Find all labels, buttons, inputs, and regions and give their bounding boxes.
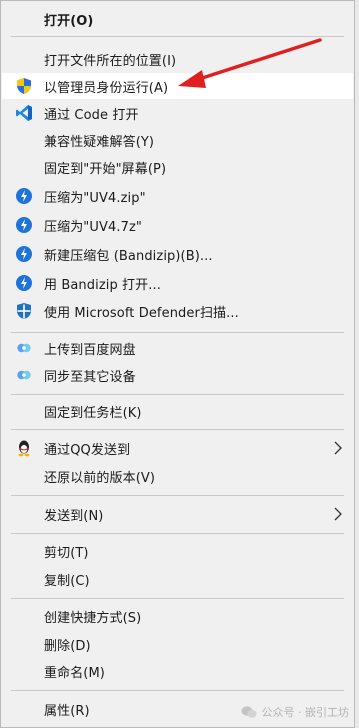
menu-item-label: 用 Bandizip 打开... xyxy=(44,277,161,293)
bandizip-icon xyxy=(14,215,34,235)
menu-item-label: 压缩为"UV4.zip" xyxy=(44,190,146,206)
bandizip-icon xyxy=(14,186,34,206)
menu-item-label: 以管理员身份运行(A) xyxy=(44,80,169,96)
menu-item-delete[interactable]: 删除(D) xyxy=(2,631,353,657)
menu-item-label: 压缩为"UV4.7z" xyxy=(44,219,142,235)
menu-item-run-as-admin[interactable]: 以管理员身份运行(A) xyxy=(2,73,353,99)
menu-item-label: 重命名(M) xyxy=(44,665,105,681)
menu-item-defender-scan[interactable]: 使用 Microsoft Defender扫描... xyxy=(2,298,353,324)
menu-item-label: 打开(O) xyxy=(44,13,94,29)
uac-shield-icon xyxy=(14,76,34,96)
menu-item-compress-7z[interactable]: 压缩为"UV4.7z" xyxy=(2,212,353,238)
menu-item-open-file-location[interactable]: 打开文件所在的位置(I) xyxy=(2,46,353,72)
menu-item-restore-previous[interactable]: 还原以前的版本(V) xyxy=(2,463,353,489)
menu-item-copy[interactable]: 复制(C) xyxy=(2,566,353,592)
menu-item-label: 创建快捷方式(S) xyxy=(44,610,142,626)
menu-item-label: 固定到任务栏(K) xyxy=(44,405,142,421)
separator xyxy=(11,429,344,430)
wechat-icon xyxy=(241,706,257,718)
separator xyxy=(11,690,344,691)
qq-penguin-icon xyxy=(14,438,34,458)
menu-item-open-with-bandizip[interactable]: 用 Bandizip 打开... xyxy=(2,270,353,296)
menu-item-rename[interactable]: 重命名(M) xyxy=(2,658,353,684)
menu-item-label: 复制(C) xyxy=(44,573,90,589)
menu-item-new-archive[interactable]: 新建压缩包 (Bandizip)(B)... xyxy=(2,241,353,267)
menu-item-label: 固定到"开始"屏幕(P) xyxy=(44,161,167,177)
menu-item-open-with-code[interactable]: 通过 Code 打开 xyxy=(2,100,353,126)
separator xyxy=(11,332,344,333)
menu-item-compress-zip[interactable]: 压缩为"UV4.zip" xyxy=(2,183,353,209)
separator xyxy=(11,36,344,37)
menu-item-send-to[interactable]: 发送到(N) xyxy=(2,501,353,527)
menu-item-open[interactable]: 打开(O) xyxy=(2,6,353,32)
vscode-icon xyxy=(14,103,34,123)
menu-item-label: 新建压缩包 (Bandizip)(B)... xyxy=(44,248,213,264)
menu-item-sync-devices[interactable]: 同步至其它设备 xyxy=(2,362,353,388)
menu-item-pin-taskbar[interactable]: 固定到任务栏(K) xyxy=(2,398,353,424)
menu-item-label: 通过 Code 打开 xyxy=(44,107,139,123)
menu-item-send-via-qq[interactable]: 通过QQ发送到 xyxy=(2,435,353,461)
menu-item-cut[interactable]: 剪切(T) xyxy=(2,538,353,564)
menu-item-label: 还原以前的版本(V) xyxy=(44,470,156,486)
chevron-right-icon xyxy=(334,507,342,521)
menu-item-label: 使用 Microsoft Defender扫描... xyxy=(44,305,239,321)
separator xyxy=(11,533,344,534)
chevron-right-icon xyxy=(334,441,342,455)
menu-item-label: 通过QQ发送到 xyxy=(44,442,131,458)
menu-item-pin-to-start[interactable]: 固定到"开始"屏幕(P) xyxy=(2,154,353,180)
menu-item-label: 剪切(T) xyxy=(44,545,89,561)
watermark: 公众号 · 嵌引工坊 xyxy=(241,704,350,720)
defender-icon xyxy=(14,301,34,321)
menu-item-create-shortcut[interactable]: 创建快捷方式(S) xyxy=(2,603,353,629)
menu-item-label: 属性(R) xyxy=(44,703,90,719)
menu-item-label: 兼容性疑难解答(Y) xyxy=(44,134,155,150)
bandizip-icon xyxy=(14,273,34,293)
separator xyxy=(11,598,344,599)
menu-item-label: 上传到百度网盘 xyxy=(44,342,136,358)
separator xyxy=(11,394,344,395)
menu-item-compat-troubleshoot[interactable]: 兼容性疑难解答(Y) xyxy=(2,127,353,153)
menu-item-label: 发送到(N) xyxy=(44,508,104,524)
context-menu: 打开(O) 打开文件所在的位置(I) 以管理员身份运行(A) 通过 Code 打… xyxy=(0,0,355,728)
menu-item-label: 删除(D) xyxy=(44,638,91,654)
bandizip-icon xyxy=(14,244,34,264)
separator xyxy=(11,495,344,496)
menu-item-label: 打开文件所在的位置(I) xyxy=(44,53,177,69)
menu-item-upload-baidu[interactable]: 上传到百度网盘 xyxy=(2,335,353,361)
baidu-netdisk-icon xyxy=(14,365,34,385)
watermark-text: 公众号 · 嵌引工坊 xyxy=(261,706,350,719)
baidu-netdisk-icon xyxy=(14,338,34,358)
menu-item-label: 同步至其它设备 xyxy=(44,369,136,385)
